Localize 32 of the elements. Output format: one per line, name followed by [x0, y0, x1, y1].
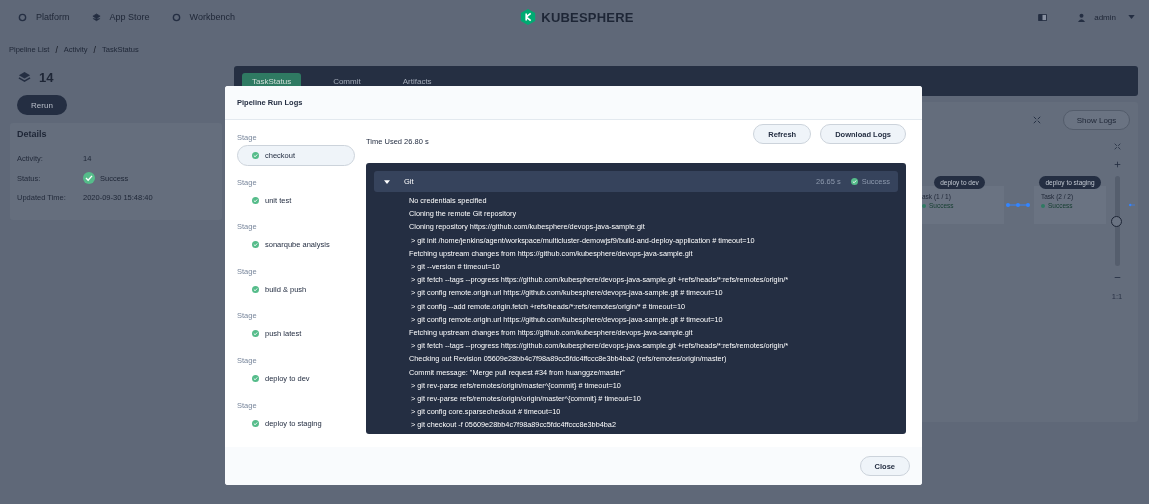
tab[interactable]: Artifacts — [392, 72, 442, 90]
check-circle-icon — [850, 178, 858, 185]
breadcrumb-separator: / — [93, 45, 96, 57]
panel-icon[interactable] — [1038, 13, 1048, 21]
zoom-slider[interactable] — [1114, 176, 1120, 266]
check-circle-icon — [252, 419, 259, 427]
breadcrumb-separator: / — [55, 45, 58, 57]
fit-view-icon[interactable] — [1113, 143, 1121, 150]
connector-line — [1006, 202, 1030, 208]
fullscreen-icon[interactable] — [1033, 116, 1041, 124]
zoom-out-icon[interactable] — [1113, 274, 1121, 281]
slider-thumb[interactable] — [1110, 216, 1122, 227]
check-circle-icon — [252, 330, 259, 338]
logo-text: KUBESPHERE — [541, 9, 634, 25]
caret-icon — [1128, 15, 1135, 19]
connector-line — [1129, 202, 1135, 208]
check-circle-icon — [252, 374, 259, 382]
caret-icon — [384, 179, 390, 184]
details-title: Details — [17, 129, 48, 139]
person-icon — [1077, 12, 1087, 22]
run-number: 14 — [39, 70, 54, 85]
check-circle-icon — [252, 152, 259, 159]
logo-icon — [519, 8, 538, 26]
check-circle-icon — [252, 241, 259, 249]
check-circle-icon — [252, 285, 259, 293]
stack-icon — [91, 12, 101, 22]
stack-icon — [18, 71, 31, 84]
zoom-in-icon[interactable] — [1113, 161, 1121, 168]
check-circle-icon — [252, 196, 259, 204]
check-circle-icon — [83, 172, 95, 185]
rerun-button[interactable]: Rerun — [17, 95, 67, 115]
tab[interactable]: Commit — [323, 72, 371, 90]
